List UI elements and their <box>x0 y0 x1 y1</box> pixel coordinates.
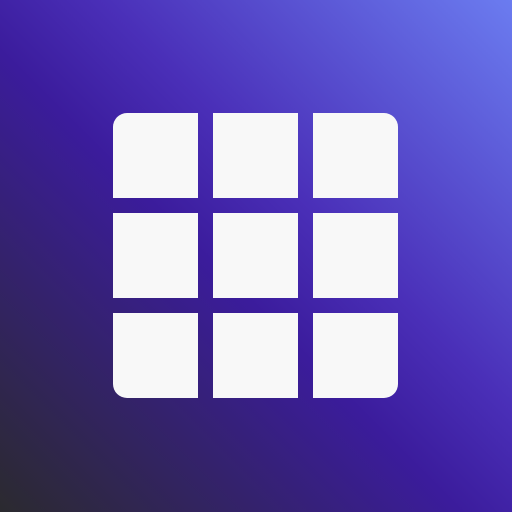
grid-tile-2-1 <box>113 213 198 298</box>
grid-tile-3-1 <box>113 313 198 398</box>
grid-tile-1-2 <box>213 113 298 198</box>
app-icon <box>0 0 512 512</box>
grid-tile-3-2 <box>213 313 298 398</box>
grid-tile-1-3 <box>313 113 398 198</box>
grid-tile-1-1 <box>113 113 198 198</box>
grid-icon <box>113 113 398 398</box>
grid-tile-2-3 <box>313 213 398 298</box>
grid-tile-3-3 <box>313 313 398 398</box>
grid-tile-2-2 <box>213 213 298 298</box>
grid-icon-graphic <box>113 113 398 398</box>
